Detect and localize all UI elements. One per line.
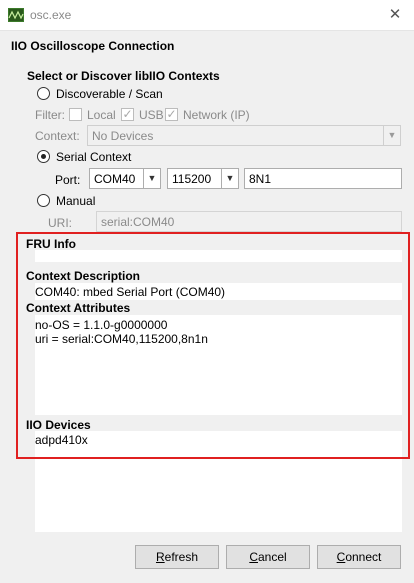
usb-label: USB	[139, 108, 164, 122]
port-select[interactable]: COM40 ▼	[89, 168, 161, 189]
port-value: COM40	[94, 172, 136, 186]
network-label: Network (IP)	[183, 108, 250, 122]
local-checkbox[interactable]	[69, 108, 82, 121]
context-value: No Devices	[92, 129, 154, 143]
serial-context-radio[interactable]	[37, 150, 50, 163]
filter-label: Filter:	[35, 108, 65, 122]
baud-value: 115200	[172, 172, 212, 186]
port-label: Port:	[55, 173, 81, 187]
network-checkbox[interactable]: ✓	[165, 108, 178, 121]
cancel-button[interactable]: Cancel	[226, 545, 310, 569]
refresh-label: efresh	[164, 550, 199, 564]
baud-select[interactable]: 115200 ▼	[167, 168, 239, 189]
serial-config-input[interactable]: 8N1	[244, 168, 402, 189]
cancel-label: ancel	[257, 550, 287, 564]
manual-radio[interactable]	[37, 194, 50, 207]
section-title: Select or Discover libIIO Contexts	[27, 69, 220, 83]
uri-input[interactable]: serial:COM40	[96, 211, 402, 232]
highlight-frame	[16, 232, 410, 459]
uri-value: serial:COM40	[101, 215, 175, 229]
local-label: Local	[87, 108, 116, 122]
manual-label: Manual	[56, 194, 96, 208]
connect-label: onnect	[345, 550, 382, 564]
serial-context-label: Serial Context	[56, 150, 132, 164]
discoverable-radio[interactable]	[37, 87, 50, 100]
refresh-mnemonic: R	[155, 550, 165, 564]
dialog-heading: IIO Oscilloscope Connection	[11, 39, 175, 53]
chevron-down-icon: ▼	[221, 169, 238, 188]
uri-label: URI:	[48, 216, 72, 230]
discoverable-label: Discoverable / Scan	[56, 87, 163, 101]
context-label: Context:	[35, 129, 80, 143]
connect-button[interactable]: Connect	[317, 545, 401, 569]
chevron-down-icon: ▼	[143, 169, 160, 188]
app-icon	[8, 8, 24, 22]
usb-checkbox[interactable]: ✓	[121, 108, 134, 121]
context-select[interactable]: No Devices ▼	[87, 125, 401, 146]
close-icon[interactable]: ✕	[382, 4, 408, 26]
chevron-down-icon: ▼	[383, 126, 400, 145]
cancel-mnemonic: C	[249, 550, 258, 564]
window-title: osc.exe	[30, 8, 72, 22]
connect-mnemonic: C	[336, 550, 346, 564]
serial-config-value: 8N1	[249, 172, 272, 186]
refresh-button[interactable]: Refresh	[135, 545, 219, 569]
